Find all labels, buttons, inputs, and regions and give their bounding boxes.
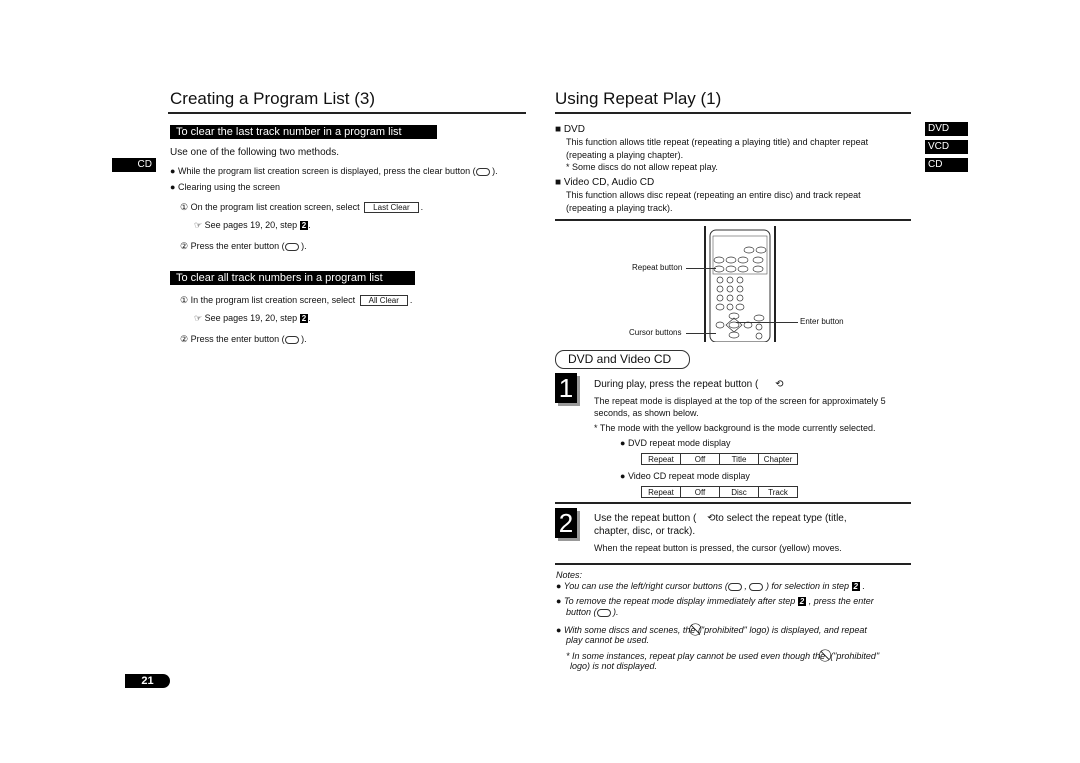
- divider: [168, 112, 526, 114]
- bullet-item: ● While the program list creation screen…: [170, 166, 498, 176]
- note-item-cont: button ( ).: [566, 607, 619, 617]
- text: (repeating a playing chapter).: [566, 150, 684, 160]
- vcd-repeat-mode-table: Repeat Off Disc Track: [641, 486, 798, 498]
- step-number: 2: [555, 508, 577, 538]
- text: chapter, disc, or track).: [594, 526, 696, 537]
- bullet-item: ● DVD repeat mode display: [620, 438, 731, 448]
- step-item: ① In the program list creation screen, s…: [180, 295, 413, 306]
- side-tab-vcd: VCD: [925, 140, 968, 154]
- all-clear-label: All Clear: [359, 295, 408, 306]
- divider: [555, 112, 911, 114]
- cell: Repeat: [641, 453, 681, 465]
- right-cursor-icon: [749, 582, 764, 591]
- text: The repeat mode is displayed at the top …: [594, 396, 886, 406]
- cell: Off: [680, 453, 720, 465]
- divider: [555, 563, 911, 565]
- cell: Track: [758, 486, 798, 498]
- reference-icon: ☞: [194, 220, 203, 230]
- cell: Repeat: [641, 486, 681, 498]
- enter-button-icon: [596, 608, 611, 617]
- cell: Chapter: [758, 453, 798, 465]
- repeat-button-icon: ⟲: [775, 379, 784, 390]
- remote-control-illustration: [704, 226, 776, 342]
- manual-page: Creating a Program List (3) CD To clear …: [0, 0, 1080, 763]
- note-item: ● To remove the repeat mode display imme…: [556, 596, 874, 606]
- enter-button-label: Enter button: [800, 317, 844, 326]
- step1-title: During play, press the repeat button ( ⟲: [594, 379, 784, 390]
- last-clear-label: Last Clear: [364, 202, 419, 213]
- step-item: ① On the program list creation screen, s…: [180, 202, 424, 213]
- page-title-right: Using Repeat Play (1): [555, 89, 722, 108]
- notes-heading: Notes:: [556, 570, 583, 580]
- vcd-heading: ■ Video CD, Audio CD: [555, 177, 655, 188]
- bullet-item: ● Clearing using the screen: [170, 182, 280, 192]
- step2-title: Use the repeat button ( ⟲to select the r…: [594, 513, 847, 524]
- dvd-repeat-mode-table: Repeat Off Title Chapter: [641, 453, 798, 465]
- side-tab-cd: CD: [925, 158, 968, 172]
- intro-text: Use one of the following two methods.: [170, 147, 339, 158]
- clear-button-icon: [475, 167, 490, 176]
- see-reference: ☞ See pages 19, 20, step 2.: [194, 220, 311, 230]
- text: (repeating a playing track).: [566, 203, 673, 213]
- divider: [555, 219, 911, 221]
- section-heading: To clear all track numbers in a program …: [170, 271, 415, 285]
- section-heading: To clear the last track number in a prog…: [170, 125, 437, 139]
- cursor-buttons-label: Cursor buttons: [629, 328, 682, 337]
- text: * The mode with the yellow background is…: [594, 423, 876, 433]
- text: When the repeat button is pressed, the c…: [594, 543, 842, 553]
- step-number: 1: [555, 373, 577, 403]
- cell: Title: [719, 453, 759, 465]
- enter-button-icon: [284, 335, 299, 344]
- step-item: ② Press the enter button ( ).: [180, 241, 307, 251]
- step-item: ② Press the enter button ( ).: [180, 334, 307, 344]
- cell: Off: [680, 486, 720, 498]
- bullet-item: ● Video CD repeat mode display: [620, 471, 750, 481]
- reference-icon: ☞: [194, 313, 203, 323]
- mode-heading: DVD and Video CD: [555, 350, 691, 369]
- note-item: ● You can use the left/right cursor butt…: [556, 581, 865, 591]
- text: This function allows title repeat (repea…: [566, 137, 869, 147]
- text: play cannot be used.: [566, 635, 650, 645]
- page-number: 21: [125, 674, 170, 688]
- text: seconds, as shown below.: [594, 408, 699, 418]
- see-reference: ☞ See pages 19, 20, step 2.: [194, 313, 311, 323]
- dvd-heading: ■ DVD: [555, 124, 585, 135]
- left-cursor-icon: [727, 582, 742, 591]
- side-tab-cd: CD: [112, 158, 156, 172]
- page-title-left: Creating a Program List (3): [170, 89, 376, 108]
- cell: Disc: [719, 486, 759, 498]
- text: This function allows disc repeat (repeat…: [566, 190, 861, 200]
- text: logo) is not displayed.: [570, 661, 658, 671]
- repeat-button-label: Repeat button: [632, 263, 683, 272]
- side-tab-dvd: DVD: [925, 122, 968, 136]
- divider: [555, 502, 911, 504]
- enter-button-icon: [284, 242, 299, 251]
- text: * Some discs do not allow repeat play.: [566, 162, 718, 172]
